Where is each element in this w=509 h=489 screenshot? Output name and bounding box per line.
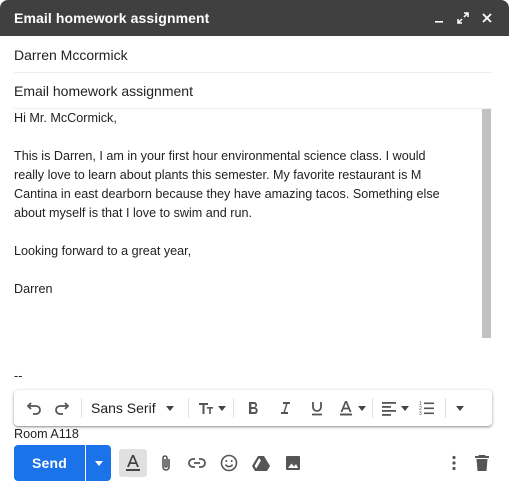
greeting-line: Hi Mr. McCormick, bbox=[14, 111, 117, 125]
chevron-down-icon bbox=[400, 405, 409, 411]
more-options-icon[interactable] bbox=[440, 449, 468, 477]
align-icon bbox=[381, 402, 396, 416]
svg-text:3: 3 bbox=[419, 411, 422, 417]
send-button[interactable]: Send bbox=[14, 445, 85, 481]
font-family-select[interactable]: Sans Serif bbox=[85, 394, 185, 422]
chevron-down-icon bbox=[357, 405, 366, 411]
discard-icon[interactable] bbox=[468, 449, 496, 477]
font-family-label: Sans Serif bbox=[91, 400, 156, 416]
close-icon[interactable] bbox=[477, 8, 497, 28]
body-scrollbar[interactable] bbox=[482, 109, 491, 338]
text-size-icon bbox=[198, 403, 213, 414]
underline-icon[interactable] bbox=[301, 394, 333, 422]
chevron-down-icon bbox=[94, 460, 103, 466]
subject-field[interactable]: Email homework assignment bbox=[14, 73, 492, 109]
recipients-field[interactable]: Darren Mccormick bbox=[14, 37, 492, 73]
compose-bottom-bar: Send bbox=[0, 440, 509, 489]
formatting-toolbar: Sans Serif 123 bbox=[14, 390, 492, 426]
signature-separator: -- bbox=[14, 369, 23, 383]
align-button[interactable] bbox=[376, 394, 412, 422]
body-line: This is Darren, I am in your first hour … bbox=[14, 149, 426, 163]
attach-icon[interactable] bbox=[152, 449, 180, 477]
text-color-button[interactable] bbox=[333, 394, 369, 422]
signature-room: Room A118 bbox=[14, 427, 79, 439]
chevron-down-icon bbox=[456, 405, 464, 411]
window-controls bbox=[429, 8, 497, 28]
link-icon[interactable] bbox=[183, 449, 211, 477]
italic-icon[interactable] bbox=[269, 394, 301, 422]
chevron-down-icon bbox=[165, 405, 174, 411]
minimize-icon[interactable] bbox=[429, 8, 449, 28]
body-line: really love to learn about plants this s… bbox=[14, 168, 422, 182]
compose-title: Email homework assignment bbox=[14, 10, 210, 26]
chevron-down-icon bbox=[217, 405, 226, 411]
text-size-button[interactable] bbox=[192, 394, 230, 422]
body-line: about myself is that I love to swim and … bbox=[14, 206, 252, 220]
bold-icon[interactable] bbox=[237, 394, 269, 422]
photo-icon[interactable] bbox=[279, 449, 307, 477]
closing-line: Looking forward to a great year, bbox=[14, 244, 192, 258]
fullscreen-icon[interactable] bbox=[453, 8, 473, 28]
name-line: Darren bbox=[14, 282, 53, 296]
drive-icon[interactable] bbox=[247, 449, 275, 477]
redo-icon[interactable] bbox=[48, 394, 78, 422]
undo-icon[interactable] bbox=[18, 394, 48, 422]
compose-title-bar[interactable]: Email homework assignment bbox=[0, 0, 509, 36]
numbered-list-icon[interactable]: 123 bbox=[412, 394, 442, 422]
schedule-send-button[interactable] bbox=[86, 445, 111, 481]
toolbar-divider bbox=[188, 398, 189, 418]
toolbar-divider bbox=[81, 398, 82, 418]
toolbar-divider bbox=[372, 398, 373, 418]
toolbar-divider bbox=[233, 398, 234, 418]
formatting-options-icon[interactable] bbox=[119, 449, 147, 477]
body-line: Cantina in east dearborn because they ha… bbox=[14, 187, 440, 201]
more-formatting-icon[interactable] bbox=[449, 394, 471, 422]
toolbar-divider bbox=[445, 398, 446, 418]
text-color-icon bbox=[339, 401, 352, 416]
emoji-icon[interactable] bbox=[215, 449, 243, 477]
